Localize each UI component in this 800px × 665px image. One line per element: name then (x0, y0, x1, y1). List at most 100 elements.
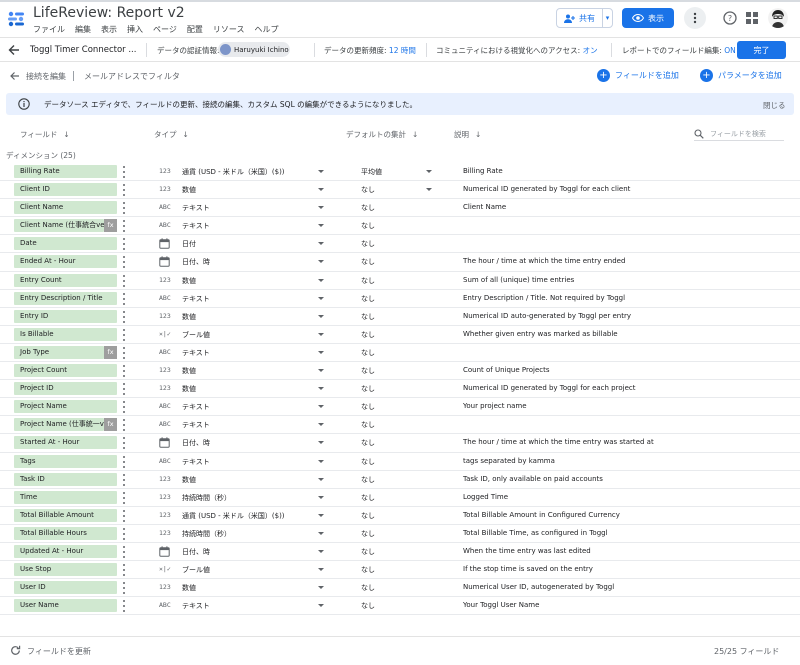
view-button[interactable]: 表示 (622, 8, 674, 28)
back-arrow-icon[interactable] (8, 44, 20, 56)
filter-by-email-link[interactable]: メールアドレスでフィルタ (84, 71, 180, 82)
share-button[interactable]: 共有 (557, 9, 603, 27)
default-aggregation[interactable]: なし (361, 276, 375, 286)
aggregation-dropdown-caret-icon[interactable] (426, 170, 432, 173)
field-menu-kebab-icon[interactable] (122, 238, 126, 251)
field-description[interactable]: Task ID, only available on paid accounts (463, 475, 603, 483)
field-row[interactable]: Task ID 123 数値 なし Task ID, only available on… (0, 471, 800, 489)
field-type[interactable]: ブール値 (182, 565, 210, 575)
field-name-chip[interactable]: Client ID (14, 183, 117, 197)
field-description[interactable]: tags separated by kamma (463, 457, 555, 465)
default-aggregation[interactable]: なし (361, 366, 375, 376)
field-row[interactable]: Tags ABC テキスト なし tags separated by kamma (0, 453, 800, 471)
field-row[interactable]: Project Name ABC テキスト なし Your project name (0, 398, 800, 417)
field-description[interactable]: Numerical ID auto-generated by Toggl per… (463, 312, 631, 320)
field-menu-kebab-icon[interactable] (122, 184, 126, 197)
type-dropdown-caret-icon[interactable] (318, 224, 324, 228)
default-aggregation[interactable]: なし (361, 402, 375, 412)
field-row[interactable]: Client ID 123 数値 なし Numerical ID generated b… (0, 181, 800, 200)
field-row[interactable]: Is Billable ×|✓ ブール値 なし Whether given entry … (0, 326, 800, 344)
more-options-button[interactable] (684, 7, 706, 29)
menu-file[interactable]: ファイル (33, 24, 65, 35)
edit-connection-link[interactable]: 接続を編集 (26, 71, 66, 82)
default-aggregation[interactable]: なし (361, 294, 375, 304)
apps-grid-icon[interactable] (746, 12, 758, 24)
type-dropdown-caret-icon[interactable] (318, 459, 324, 463)
menu-help[interactable]: ヘルプ (254, 24, 278, 35)
field-description[interactable]: Total Billable Amount in Configured Curr… (463, 511, 620, 519)
field-menu-kebab-icon[interactable] (122, 346, 126, 359)
column-default-agg[interactable]: デフォルトの集計 ↓ (346, 129, 418, 140)
field-menu-kebab-icon[interactable] (122, 600, 126, 613)
field-description[interactable]: Numerical ID generated by Toggl for each… (463, 185, 630, 193)
default-aggregation[interactable]: 平均値 (361, 167, 382, 177)
menu-resource[interactable]: リソース (213, 24, 245, 35)
field-menu-kebab-icon[interactable] (122, 401, 126, 414)
field-row[interactable]: Project Name (仕事統一v... fx ABC テキスト なし (0, 416, 800, 435)
field-menu-kebab-icon[interactable] (122, 292, 126, 305)
field-menu-kebab-icon[interactable] (122, 274, 126, 287)
field-name-chip[interactable]: Use Stop (14, 563, 117, 577)
field-description[interactable]: If the stop time is saved on the entry (463, 565, 593, 573)
default-aggregation[interactable]: なし (361, 511, 375, 521)
type-dropdown-caret-icon[interactable] (318, 170, 324, 173)
type-dropdown-caret-icon[interactable] (318, 568, 324, 572)
field-description[interactable]: Total Billable Time, as configured in To… (463, 529, 608, 537)
field-menu-kebab-icon[interactable] (122, 202, 126, 215)
type-dropdown-caret-icon[interactable] (318, 513, 324, 517)
field-type[interactable]: 数値 (182, 583, 196, 593)
field-row[interactable]: Started At - Hour 日付、時 なし The hour / time a… (0, 434, 800, 453)
field-name-chip[interactable]: User ID (14, 581, 117, 595)
type-dropdown-caret-icon[interactable] (318, 188, 324, 192)
field-name-chip[interactable]: Started At - Hour (14, 436, 117, 450)
field-type[interactable]: テキスト (182, 420, 210, 430)
type-dropdown-caret-icon[interactable] (318, 423, 324, 427)
field-description[interactable]: Numerical User ID, autogenerated by Togg… (463, 583, 614, 591)
default-aggregation[interactable]: なし (361, 583, 375, 593)
field-menu-kebab-icon[interactable] (122, 437, 126, 450)
field-type[interactable]: 日付、時 (182, 257, 210, 267)
credentials-chip[interactable]: Haruyuki Ichino (218, 42, 290, 57)
default-aggregation[interactable]: なし (361, 348, 375, 358)
field-name-chip[interactable]: Task ID (14, 472, 117, 486)
default-aggregation[interactable]: なし (361, 565, 375, 575)
field-description[interactable]: Count of Unique Projects (463, 366, 550, 374)
field-row[interactable]: Date 日付 なし (0, 235, 800, 254)
report-title[interactable]: LifeReview: Report v2 (33, 5, 185, 21)
field-type[interactable]: 持続時間（秒） (182, 493, 231, 503)
aggregation-dropdown-caret-icon[interactable] (426, 188, 432, 192)
field-menu-kebab-icon[interactable] (122, 365, 126, 378)
field-type[interactable]: 数値 (182, 276, 196, 286)
default-aggregation[interactable]: なし (361, 384, 375, 394)
default-aggregation[interactable]: なし (361, 457, 375, 467)
field-search[interactable]: フィールドを検索 (694, 127, 784, 141)
field-type[interactable]: 通貨 (USD - 米ドル（米国）($)) (182, 511, 285, 521)
field-menu-kebab-icon[interactable] (122, 582, 126, 595)
field-name-chip[interactable]: Project Name (仕事統一v... (14, 418, 104, 432)
field-row[interactable]: Billing Rate 123 通貨 (USD - 米ドル（米国）($)) 平均値 B… (0, 163, 800, 182)
field-type[interactable]: テキスト (182, 457, 210, 467)
field-type[interactable]: 日付、時 (182, 547, 210, 557)
field-name-chip[interactable]: Project Name (14, 400, 117, 414)
field-type[interactable]: テキスト (182, 221, 210, 231)
field-type[interactable]: テキスト (182, 294, 210, 304)
menu-view[interactable]: 表示 (101, 24, 117, 35)
field-name-chip[interactable]: Total Billable Hours (14, 526, 117, 540)
default-aggregation[interactable]: なし (361, 330, 375, 340)
field-name-chip[interactable]: Updated At - Hour (14, 544, 117, 558)
share-dropdown[interactable]: ▾ (603, 14, 612, 22)
field-type[interactable]: 数値 (182, 312, 196, 322)
field-row[interactable]: Use Stop ×|✓ ブール値 なし If the stop time is sav… (0, 561, 800, 580)
type-dropdown-caret-icon[interactable] (318, 441, 324, 445)
menu-edit[interactable]: 編集 (75, 24, 91, 35)
field-row[interactable]: Entry Count 123 数値 なし Sum of all (unique) ti… (0, 272, 800, 290)
type-dropdown-caret-icon[interactable] (318, 549, 324, 553)
field-menu-kebab-icon[interactable] (122, 491, 126, 504)
field-menu-kebab-icon[interactable] (122, 310, 126, 323)
search-input[interactable]: フィールドを検索 (710, 129, 766, 139)
field-menu-kebab-icon[interactable] (122, 455, 126, 468)
type-dropdown-caret-icon[interactable] (318, 260, 324, 264)
type-dropdown-caret-icon[interactable] (318, 405, 324, 409)
field-type[interactable]: ブール値 (182, 330, 210, 340)
user-avatar[interactable] (768, 8, 788, 28)
